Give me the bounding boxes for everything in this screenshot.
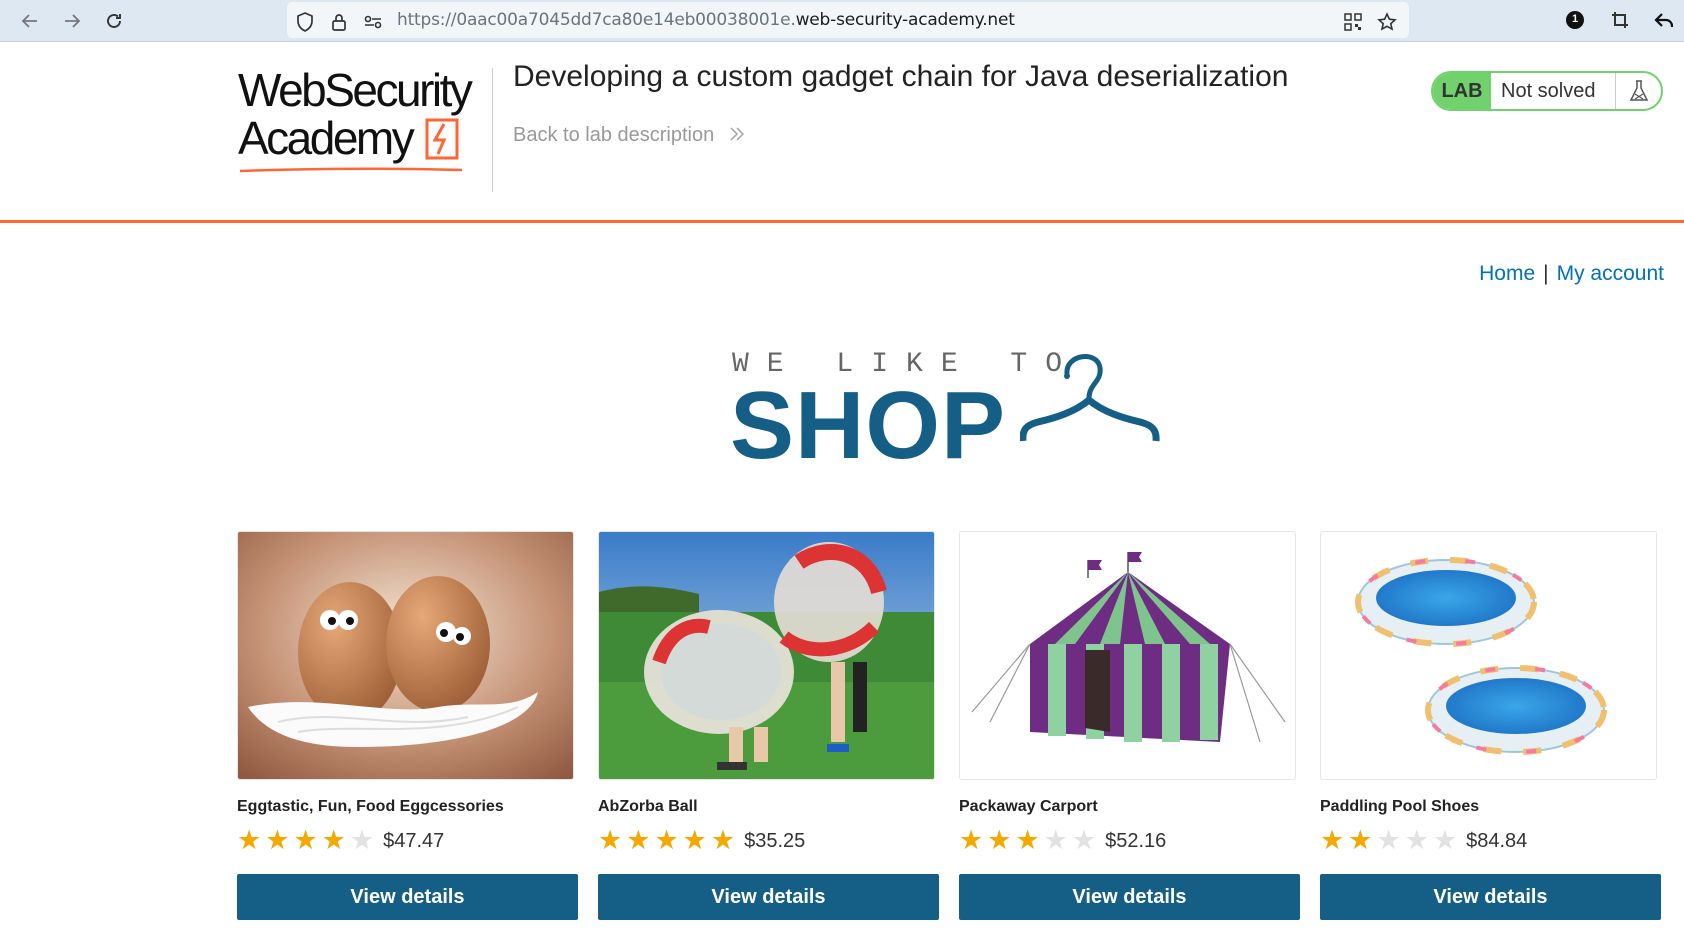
extension-badge-icon[interactable]: 1 xyxy=(1563,8,1587,32)
star-filled-icon: ★ xyxy=(265,825,290,855)
lab-status-text: Not solved xyxy=(1501,79,1596,102)
logo-underline-icon xyxy=(239,167,463,173)
browser-toolbar: https://0aac00a7045dd7ca80e14eb00038001e… xyxy=(0,0,1684,42)
view-details-button[interactable]: View details xyxy=(237,874,578,920)
nav-my-account-link[interactable]: My account xyxy=(1557,262,1664,285)
logo-divider xyxy=(492,68,493,192)
product-rating: ★ ★ ★ ★ ★ $35.25 xyxy=(598,826,939,854)
star-filled-icon: ★ xyxy=(626,825,651,855)
flask-icon xyxy=(1615,73,1661,109)
star-filled-icon: ★ xyxy=(710,825,736,855)
product-image[interactable] xyxy=(959,531,1296,780)
logo-bolt-icon xyxy=(425,118,459,160)
shop-banner: WE LIKE TO SHOP xyxy=(730,346,1170,476)
product-rating: ★ ★ ★ ★ ★ $52.16 xyxy=(959,826,1300,854)
product-card: Eggtastic, Fun, Food Eggcessories ★ ★ ★ … xyxy=(237,531,578,920)
product-image[interactable] xyxy=(237,531,574,780)
back-link-label: Back to lab description xyxy=(513,124,715,146)
product-price: $35.25 xyxy=(744,830,806,852)
product-name: AbZorba Ball xyxy=(598,798,698,815)
product-image[interactable] xyxy=(598,531,935,780)
site-permissions-icon[interactable] xyxy=(361,10,385,34)
product-image[interactable] xyxy=(1320,531,1657,780)
product-price: $84.84 xyxy=(1466,830,1528,852)
coat-hanger-icon xyxy=(1020,354,1160,442)
product-card: Paddling Pool Shoes ★ ★ ★ ★ ★ $84.84 Vie… xyxy=(1320,531,1661,920)
star-filled-icon: ★ xyxy=(682,825,707,855)
lock-icon[interactable] xyxy=(327,10,351,34)
forward-arrow-icon[interactable] xyxy=(58,7,86,35)
logo-line-1: WebSecurity xyxy=(238,64,473,116)
banner-heading: SHOP xyxy=(730,372,1007,479)
product-name: Packaway Carport xyxy=(959,798,1098,815)
star-filled-icon: ★ xyxy=(654,825,679,855)
star-filled-icon: ★ xyxy=(598,825,623,855)
product-card: AbZorba Ball ★ ★ ★ ★ ★ $35.25 View detai… xyxy=(598,531,939,920)
web-security-academy-logo[interactable]: WebSecurity Academy xyxy=(238,66,498,206)
back-arrow-icon[interactable] xyxy=(16,7,44,35)
shield-icon[interactable] xyxy=(293,10,317,34)
product-price: $52.16 xyxy=(1105,830,1167,852)
lab-status-tag: LAB xyxy=(1433,73,1491,109)
product-price: $47.47 xyxy=(383,830,445,852)
site-nav: Home | My account xyxy=(1479,262,1664,286)
product-name: Paddling Pool Shoes xyxy=(1320,798,1480,815)
back-to-lab-description-link[interactable]: Back to lab description xyxy=(513,124,746,147)
view-details-button[interactable]: View details xyxy=(959,874,1300,920)
view-details-button[interactable]: View details xyxy=(598,874,939,920)
star-empty-icon: ★ xyxy=(1404,825,1429,855)
star-empty-icon: ★ xyxy=(1071,825,1097,855)
lab-header: WebSecurity Academy Developing a custom … xyxy=(0,42,1684,223)
lab-title: Developing a custom gadget chain for Jav… xyxy=(513,60,1289,93)
reply-arrow-icon[interactable] xyxy=(1652,8,1676,32)
product-card: Packaway Carport ★ ★ ★ ★ ★ $52.16 View d… xyxy=(959,531,1300,920)
lab-status-widget: LAB Not solved xyxy=(1431,71,1663,111)
star-empty-icon: ★ xyxy=(1376,825,1401,855)
extension-badge-count: 1 xyxy=(1572,13,1579,25)
star-filled-icon: ★ xyxy=(237,825,262,855)
product-name: Eggtastic, Fun, Food Eggcessories xyxy=(237,798,504,815)
product-rating: ★ ★ ★ ★ ★ $84.84 xyxy=(1320,826,1661,854)
crop-icon[interactable] xyxy=(1608,8,1632,32)
star-empty-icon: ★ xyxy=(1043,825,1068,855)
star-filled-icon: ★ xyxy=(1320,825,1345,855)
reload-icon[interactable] xyxy=(100,7,128,35)
double-chevron-right-icon xyxy=(730,127,744,141)
url-prefix: https://0aac00a7045dd7ca80e14eb00038001e… xyxy=(397,10,796,30)
star-empty-icon: ★ xyxy=(349,825,375,855)
star-filled-icon: ★ xyxy=(1348,825,1373,855)
star-filled-icon: ★ xyxy=(987,825,1012,855)
product-rating: ★ ★ ★ ★ ★ $47.47 xyxy=(237,826,578,854)
star-filled-icon: ★ xyxy=(959,825,984,855)
nav-separator: | xyxy=(1543,262,1549,285)
view-details-button[interactable]: View details xyxy=(1320,874,1661,920)
address-bar[interactable]: https://0aac00a7045dd7ca80e14eb00038001e… xyxy=(287,2,1409,38)
bookmark-star-icon[interactable] xyxy=(1375,10,1399,34)
star-filled-icon: ★ xyxy=(293,825,318,855)
qr-code-icon[interactable] xyxy=(1341,10,1365,34)
star-filled-icon: ★ xyxy=(1015,825,1040,855)
url-domain: web-security-academy.net xyxy=(795,10,1015,30)
star-filled-icon: ★ xyxy=(321,825,346,855)
star-empty-icon: ★ xyxy=(1432,825,1458,855)
nav-home-link[interactable]: Home xyxy=(1479,262,1535,285)
url-text[interactable]: https://0aac00a7045dd7ca80e14eb00038001e… xyxy=(397,10,1015,30)
